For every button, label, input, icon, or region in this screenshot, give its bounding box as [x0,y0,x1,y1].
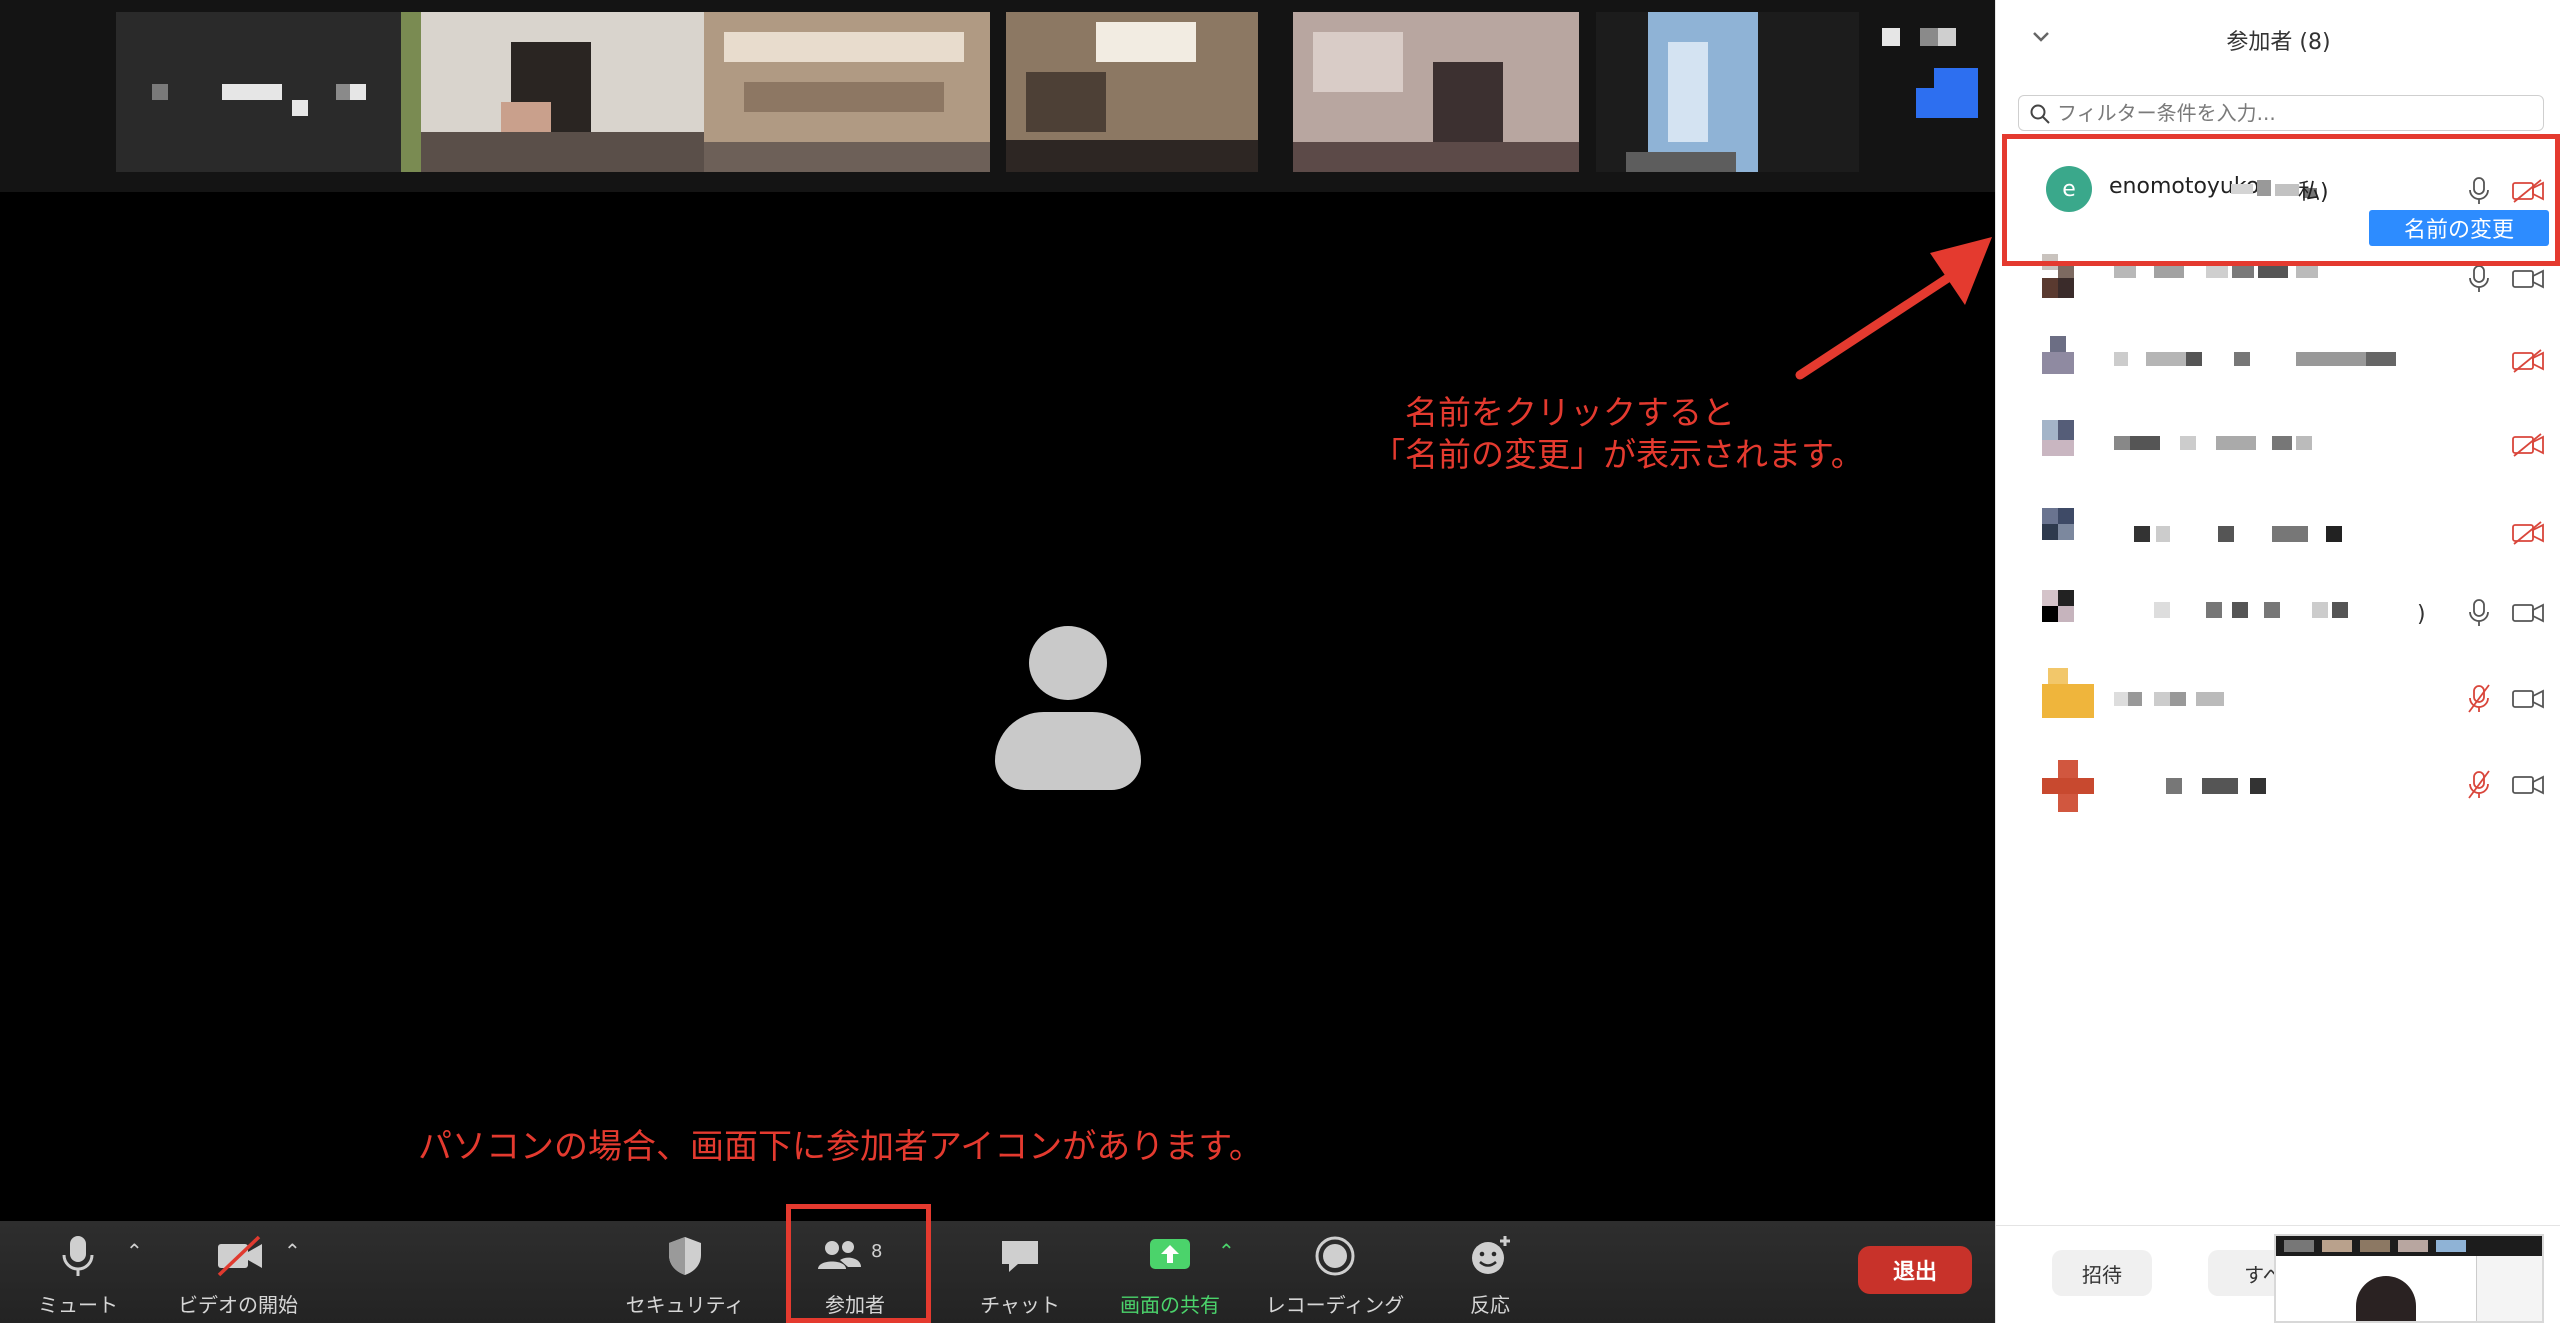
microphone-muted-icon [2468,770,2490,799]
annotation-rename-hint: 名前をクリックすると 「名前の変更」が表示されます。 [1372,393,1864,474]
recording-label: レコーディング [1265,1293,1405,1317]
chat-label: チャット [980,1293,1060,1317]
panel-title: 参加者 (8) [2226,30,2331,55]
video-tile-2[interactable] [401,12,704,172]
reactions-label: 反応 [1470,1293,1510,1317]
security-label: セキュリティ [625,1293,745,1317]
meeting-toolbar: ミュート ⌃ ビデオの開始 ⌃ セキュリティ 8 参加者 チャット 画面の共有 … [0,1221,1995,1323]
search-icon [2029,103,2051,125]
video-camera-icon [2512,269,2544,289]
share-arrow-icon [1147,1233,1193,1279]
self-preview-window[interactable] [2274,1234,2544,1323]
video-tile-5[interactable] [1293,12,1579,172]
video-off-icon [2512,521,2544,545]
chat-bubble-icon [997,1233,1043,1279]
start-video-label: ビデオの開始 [178,1293,298,1317]
annotation-arrow-icon [1795,237,1992,380]
video-thumbnail-strip [0,0,1995,192]
share-screen-button[interactable]: 画面の共有 [1110,1221,1230,1323]
video-tile-3[interactable] [704,12,990,172]
rename-menu-item[interactable]: 名前の変更 [2369,210,2549,246]
video-options-caret-icon[interactable]: ⌃ [284,1239,301,1263]
leave-button[interactable]: 退出 [1858,1246,1972,1294]
annotation-participants-hint: パソコンの場合、画面下に参加者アイコンがあります。 [418,1127,1263,1167]
microphone-icon [2469,599,2489,626]
start-video-button[interactable]: ビデオの開始 [175,1221,301,1323]
my-row-highlight [2002,134,2560,266]
participants-button-highlight [786,1204,931,1323]
video-camera-icon [2512,603,2544,623]
meeting-stage: 名前をクリックすると 「名前の変更」が表示されます。 パソコンの場合、画面下に参… [0,0,1995,1323]
recording-button[interactable]: レコーディング [1260,1221,1410,1323]
chat-button[interactable]: チャット [955,1221,1085,1323]
video-camera-icon [2512,689,2544,709]
security-button[interactable]: セキュリティ [620,1221,750,1323]
share-options-caret-icon[interactable]: ⌃ [1218,1239,1235,1263]
mute-label: ミュート [38,1293,118,1317]
microphone-muted-icon [2468,684,2490,713]
video-off-icon [2512,349,2544,373]
video-off-icon [2512,433,2544,457]
panel-header: 参加者 (8) [1996,0,2560,76]
video-tile-1[interactable] [116,12,401,172]
filter-input[interactable] [2057,100,2527,126]
video-tile-4[interactable] [1006,12,1258,172]
smiley-plus-icon [1467,1233,1513,1279]
share-screen-label: 画面の共有 [1120,1293,1220,1317]
video-tile-7[interactable] [1866,12,1978,172]
reactions-button[interactable]: 反応 [1440,1221,1540,1323]
shield-icon [662,1233,708,1279]
record-icon [1312,1233,1358,1279]
participant-row-icons [2468,265,2544,799]
invite-button[interactable]: 招待 [2052,1250,2152,1296]
mute-button[interactable]: ミュート [30,1221,126,1323]
microphone-icon [55,1233,101,1279]
microphone-icon [2469,265,2489,292]
filter-field[interactable] [2018,95,2544,131]
default-avatar-icon [995,626,1141,790]
video-camera-icon [2512,775,2544,795]
video-tile-6[interactable] [1596,12,1859,172]
audio-options-caret-icon[interactable]: ⌃ [126,1239,143,1263]
video-off-icon [215,1233,262,1279]
